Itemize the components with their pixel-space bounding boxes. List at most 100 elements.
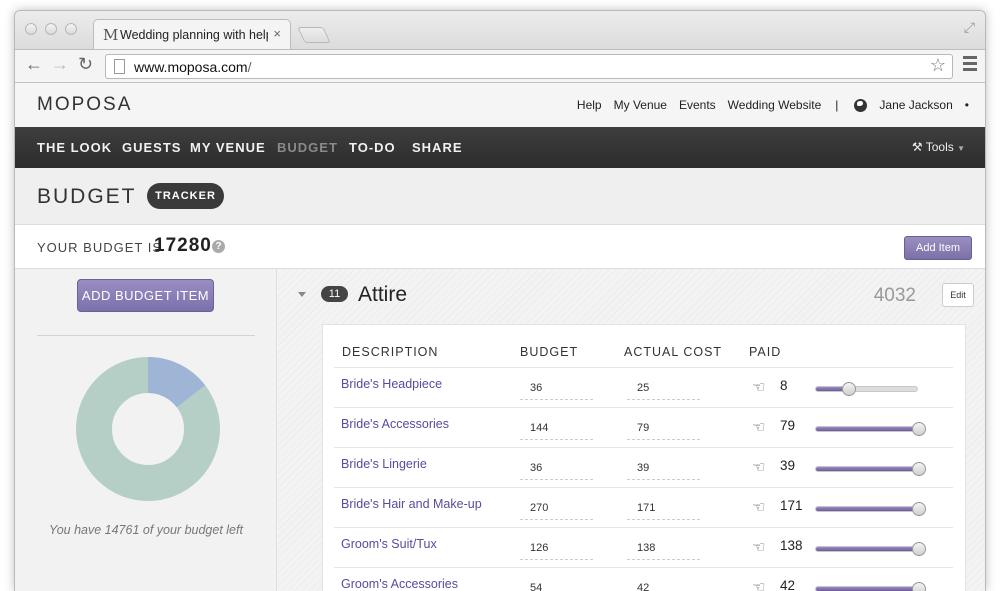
add-item-button[interactable]: Add Item	[904, 236, 972, 260]
logo[interactable]: MOPOSA	[37, 94, 132, 116]
budget-input[interactable]: 36	[520, 460, 593, 480]
paid-value[interactable]: 42	[780, 578, 795, 591]
browser-window: M Wedding planning with helpful × ⤢ ← → …	[14, 10, 986, 591]
item-description-link[interactable]: Bride's Headpiece	[341, 377, 442, 391]
paid-slider-fill	[816, 587, 919, 591]
paid-slider-fill	[816, 547, 919, 551]
paid-value[interactable]: 79	[780, 418, 795, 433]
chevron-down-icon: ▼	[957, 144, 965, 153]
hand-pointer-icon[interactable]: ☜	[752, 578, 765, 591]
nav-item-budget[interactable]: BUDGET	[277, 140, 338, 155]
paid-slider[interactable]	[815, 422, 926, 436]
hand-pointer-icon[interactable]: ☜	[752, 538, 765, 556]
actual-cost-input[interactable]: 39	[627, 460, 700, 480]
divider	[37, 335, 255, 336]
category-title: Attire	[358, 283, 408, 306]
tools-menu[interactable]: ⚒ Tools ▼	[912, 140, 965, 154]
forward-arrow-icon[interactable]: →	[51, 54, 69, 75]
paid-slider-knob[interactable]	[912, 422, 926, 436]
hand-pointer-icon[interactable]: ☜	[752, 458, 765, 476]
browser-tab[interactable]: M Wedding planning with helpful ×	[93, 19, 291, 49]
nav-item-share[interactable]: SHARE	[412, 140, 463, 155]
globe-icon[interactable]	[854, 98, 868, 112]
budget-input[interactable]: 126	[520, 540, 593, 560]
paid-value[interactable]: 39	[780, 458, 795, 473]
budget-donut-chart	[76, 357, 220, 501]
paid-slider-fill	[816, 467, 919, 471]
help-link[interactable]: Help	[577, 98, 602, 112]
paid-slider[interactable]	[815, 542, 926, 556]
budget-input[interactable]: 36	[520, 380, 593, 400]
new-tab-button[interactable]	[297, 27, 331, 43]
item-description-link[interactable]: Groom's Suit/Tux	[341, 537, 437, 551]
menu-icon[interactable]	[963, 56, 977, 74]
browser-toolbar: ← → ↻ www.moposa.com/ ☆	[15, 49, 985, 83]
paid-slider[interactable]	[815, 582, 926, 591]
top-links: Help My Venue Events Wedding Website | J…	[565, 98, 969, 112]
column-header-description: DESCRIPTION	[342, 345, 439, 359]
zoom-window-button[interactable]	[65, 23, 77, 35]
budget-input[interactable]: 270	[520, 500, 593, 520]
item-description-link[interactable]: Bride's Lingerie	[341, 457, 427, 471]
tracker-button[interactable]: TRACKER	[147, 183, 224, 209]
help-icon[interactable]: ?	[212, 240, 225, 253]
nav-item-to-do[interactable]: TO-DO	[349, 140, 396, 155]
wedding-website-link[interactable]: Wedding Website	[728, 98, 822, 112]
back-arrow-icon[interactable]: ←	[25, 54, 43, 75]
nav-item-my-venue[interactable]: MY VENUE	[190, 140, 266, 155]
paid-value[interactable]: 8	[780, 378, 788, 393]
budget-input[interactable]: 144	[520, 420, 593, 440]
my-venue-link[interactable]: My Venue	[614, 98, 667, 112]
user-menu-icon[interactable]: •	[965, 98, 969, 112]
paid-slider-fill	[816, 427, 919, 431]
nav-item-guests[interactable]: GUESTS	[122, 140, 181, 155]
item-description-link[interactable]: Bride's Hair and Make-up	[341, 497, 482, 511]
paid-slider[interactable]	[815, 462, 926, 476]
actual-cost-input[interactable]: 171	[627, 500, 700, 520]
paid-slider-knob[interactable]	[912, 462, 926, 476]
paid-slider-knob[interactable]	[912, 582, 926, 591]
hand-pointer-icon[interactable]: ☜	[752, 378, 765, 396]
hand-pointer-icon[interactable]: ☜	[752, 418, 765, 436]
nav-item-the-look[interactable]: THE LOOK	[37, 140, 112, 155]
category-total: 4032	[873, 285, 916, 306]
paid-slider-knob[interactable]	[912, 542, 926, 556]
paid-slider-knob[interactable]	[841, 382, 856, 396]
edit-button[interactable]: Edit	[942, 283, 974, 307]
actual-cost-input[interactable]: 25	[627, 380, 700, 400]
actual-cost-input[interactable]: 42	[627, 580, 700, 591]
budget-input[interactable]: 54	[520, 580, 593, 591]
paid-value[interactable]: 138	[780, 538, 803, 553]
close-window-button[interactable]	[25, 23, 37, 35]
paid-slider[interactable]	[815, 502, 926, 516]
column-header-budget: BUDGET	[520, 345, 579, 359]
your-budget-value[interactable]: 17280	[154, 235, 212, 257]
site-header: MOPOSA Help My Venue Events Wedding Webs…	[15, 83, 985, 127]
paid-slider[interactable]	[815, 382, 918, 396]
hand-pointer-icon[interactable]: ☜	[752, 498, 765, 516]
reload-icon[interactable]: ↻	[78, 54, 93, 75]
url-host: www.moposa.com	[134, 59, 248, 75]
add-budget-item-button[interactable]: ADD BUDGET ITEM	[77, 279, 214, 312]
events-link[interactable]: Events	[679, 98, 716, 112]
paid-value[interactable]: 171	[780, 498, 803, 513]
address-bar[interactable]: www.moposa.com/ ☆	[105, 54, 953, 79]
browser-tab-strip: M Wedding planning with helpful × ⤢	[15, 11, 985, 49]
collapse-caret-icon[interactable]	[298, 292, 306, 297]
user-name[interactable]: Jane Jackson	[879, 98, 952, 112]
paid-slider-knob[interactable]	[912, 502, 926, 516]
minimize-window-button[interactable]	[45, 23, 57, 35]
item-description-link[interactable]: Bride's Accessories	[341, 417, 449, 431]
close-icon[interactable]: ×	[273, 26, 281, 41]
star-icon[interactable]: ☆	[930, 55, 946, 76]
actual-cost-input[interactable]: 138	[627, 540, 700, 560]
item-description-link[interactable]: Groom's Accessories	[341, 577, 458, 591]
actual-cost-input[interactable]: 79	[627, 420, 700, 440]
budget-title-bar: BUDGET TRACKER	[15, 168, 985, 225]
budget-remaining-text: You have 14761 of your budget left	[49, 523, 243, 537]
budget-sidebar: ADD BUDGET ITEM You have 14761 of your b…	[15, 269, 277, 591]
budget-table: DESCRIPTION BUDGET ACTUAL COST PAID Brid…	[322, 324, 966, 591]
url-text[interactable]: www.moposa.com/	[134, 59, 251, 75]
resize-icon[interactable]: ⤢	[964, 19, 975, 36]
table-row: Groom's Suit/Tux 126 138 ☜ 138	[334, 527, 953, 567]
